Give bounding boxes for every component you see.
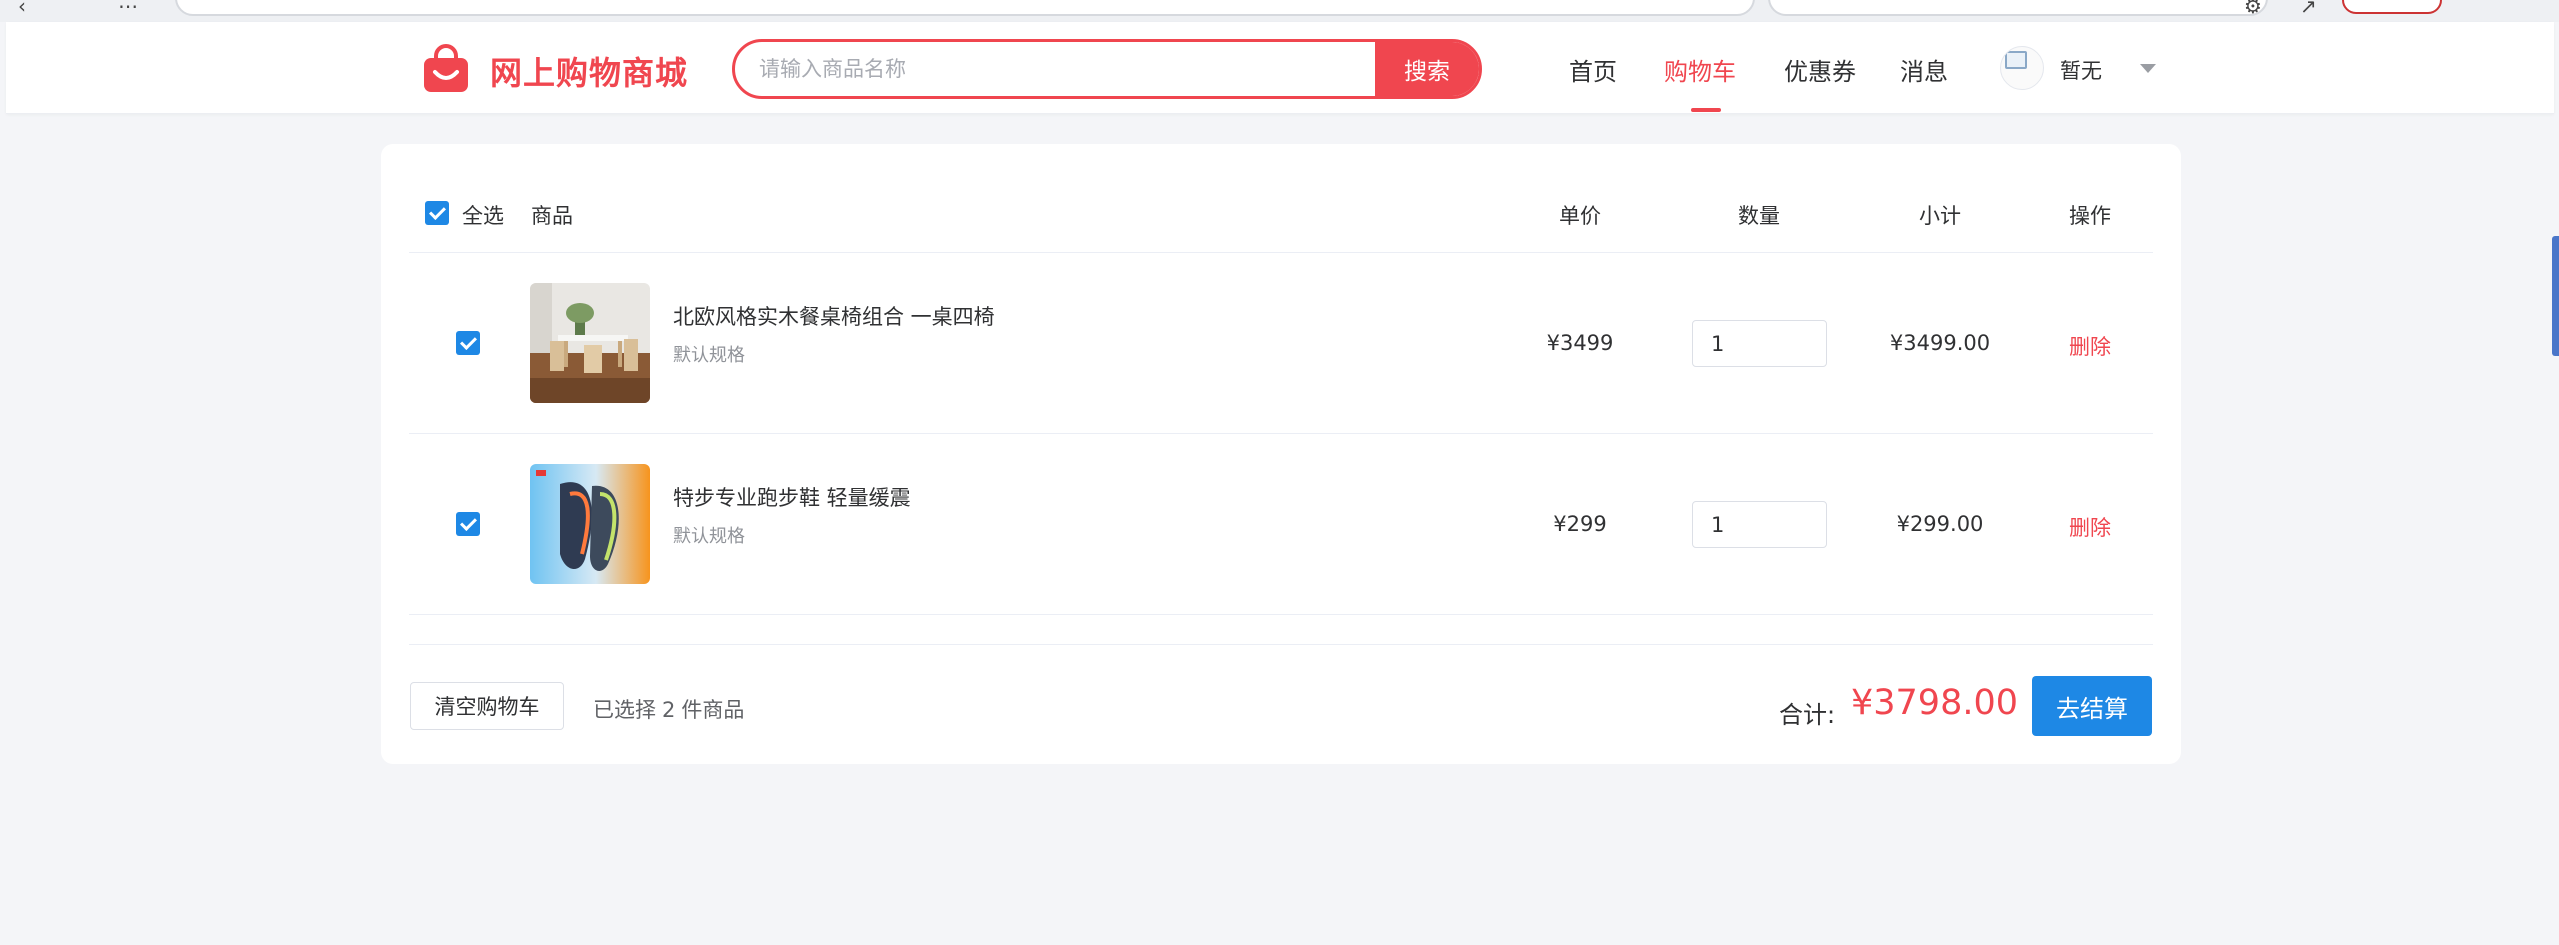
product-image[interactable] bbox=[530, 464, 650, 584]
delete-button[interactable]: 删除 bbox=[2069, 331, 2111, 361]
item-subtotal: ¥299.00 bbox=[1896, 512, 1984, 536]
product-spec: 默认规格 bbox=[673, 345, 745, 366]
item-subtotal: ¥3499.00 bbox=[1889, 331, 1991, 355]
cart-footer: 清空购物车 已选择 2 件商品 合计: ¥3798.00 去结算 bbox=[381, 644, 2181, 764]
quantity-input[interactable] bbox=[1692, 320, 1827, 367]
item-checkbox[interactable] bbox=[456, 512, 480, 536]
nav-cart[interactable]: 购物车 bbox=[1664, 52, 1736, 87]
product-name[interactable]: 特步专业跑步鞋 轻量缓震 bbox=[673, 482, 911, 512]
extensions-icon[interactable]: ⋯ bbox=[118, 0, 138, 18]
selected-prefix: 已选择 bbox=[593, 698, 656, 722]
cart-row: 特步专业跑步鞋 轻量缓震 默认规格 ¥299 ¥299.00 删除 bbox=[381, 434, 2181, 614]
unit-price: ¥299 bbox=[1553, 512, 1607, 536]
browser-search-bar[interactable] bbox=[1768, 0, 2268, 16]
browser-toolbar: ‹ ⋯ ⚙ ↗ bbox=[0, 0, 2559, 22]
selected-suffix: 件商品 bbox=[681, 698, 745, 722]
unit-price: ¥3499 bbox=[1546, 331, 1614, 355]
total-label: 合计: bbox=[1779, 701, 1836, 729]
column-subtotal: 小计 bbox=[1919, 204, 1961, 228]
avatar[interactable] bbox=[2000, 46, 2044, 90]
nav-home[interactable]: 首页 bbox=[1569, 52, 1617, 87]
checkout-button[interactable]: 去结算 bbox=[2032, 676, 2152, 736]
browser-login-button[interactable] bbox=[2342, 0, 2442, 14]
product-spec: 默认规格 bbox=[673, 526, 745, 547]
selected-count: 2 bbox=[662, 698, 676, 722]
column-unit-price: 单价 bbox=[1559, 204, 1601, 228]
search-input[interactable] bbox=[735, 42, 1380, 96]
cart-row: 北欧风格实木餐桌椅组合 一桌四椅 默认规格 ¥3499 ¥3499.00 删除 bbox=[381, 253, 2181, 433]
quantity-input[interactable] bbox=[1692, 501, 1827, 548]
site-header: 网上购物商城 搜索 首页 购物车 优惠券 消息 暂无 bbox=[6, 22, 2554, 114]
site-logo-text[interactable]: 网上购物商城 bbox=[490, 48, 688, 94]
row-divider bbox=[409, 614, 2153, 615]
product-name[interactable]: 北欧风格实木餐桌椅组合 一桌四椅 bbox=[673, 301, 995, 331]
settings-icon[interactable]: ⚙ bbox=[2244, 0, 2262, 18]
dining-table-image bbox=[530, 283, 650, 403]
nav-active-indicator bbox=[1691, 108, 1721, 112]
delete-button[interactable]: 删除 bbox=[2069, 512, 2111, 542]
column-action: 操作 bbox=[2069, 204, 2111, 228]
product-image[interactable] bbox=[530, 283, 650, 403]
total-amount: ¥3798.00 bbox=[1851, 683, 2019, 723]
user-name[interactable]: 暂无 bbox=[2060, 55, 2102, 85]
select-all-label[interactable]: 全选 bbox=[462, 200, 504, 230]
column-quantity: 数量 bbox=[1738, 204, 1780, 228]
cart-panel: 全选 商品 单价 数量 小计 操作 北欧风格实木餐桌椅组合 一桌四椅 默认规格 … bbox=[381, 144, 2181, 764]
nav-messages[interactable]: 消息 bbox=[1900, 52, 1948, 87]
column-product: 商品 bbox=[531, 204, 573, 228]
nav-coupons[interactable]: 优惠券 bbox=[1784, 52, 1856, 87]
chevron-down-icon[interactable] bbox=[2140, 64, 2156, 73]
browser-address-bar[interactable] bbox=[175, 0, 1755, 16]
selected-count-text: 已选择 2 件商品 bbox=[593, 694, 744, 724]
side-panel-tab[interactable] bbox=[2552, 236, 2559, 356]
clear-cart-button[interactable]: 清空购物车 bbox=[410, 682, 564, 730]
running-shoe-image bbox=[530, 464, 650, 584]
select-all-checkbox[interactable] bbox=[425, 201, 449, 225]
broken-image-icon bbox=[2005, 51, 2027, 69]
item-checkbox[interactable] bbox=[456, 331, 480, 355]
back-icon[interactable]: ‹ bbox=[18, 0, 26, 18]
search-button[interactable]: 搜索 bbox=[1375, 42, 1479, 96]
search-bar: 搜索 bbox=[732, 39, 1482, 99]
shopping-bag-logo-icon[interactable] bbox=[422, 44, 470, 94]
share-icon[interactable]: ↗ bbox=[2300, 0, 2317, 18]
